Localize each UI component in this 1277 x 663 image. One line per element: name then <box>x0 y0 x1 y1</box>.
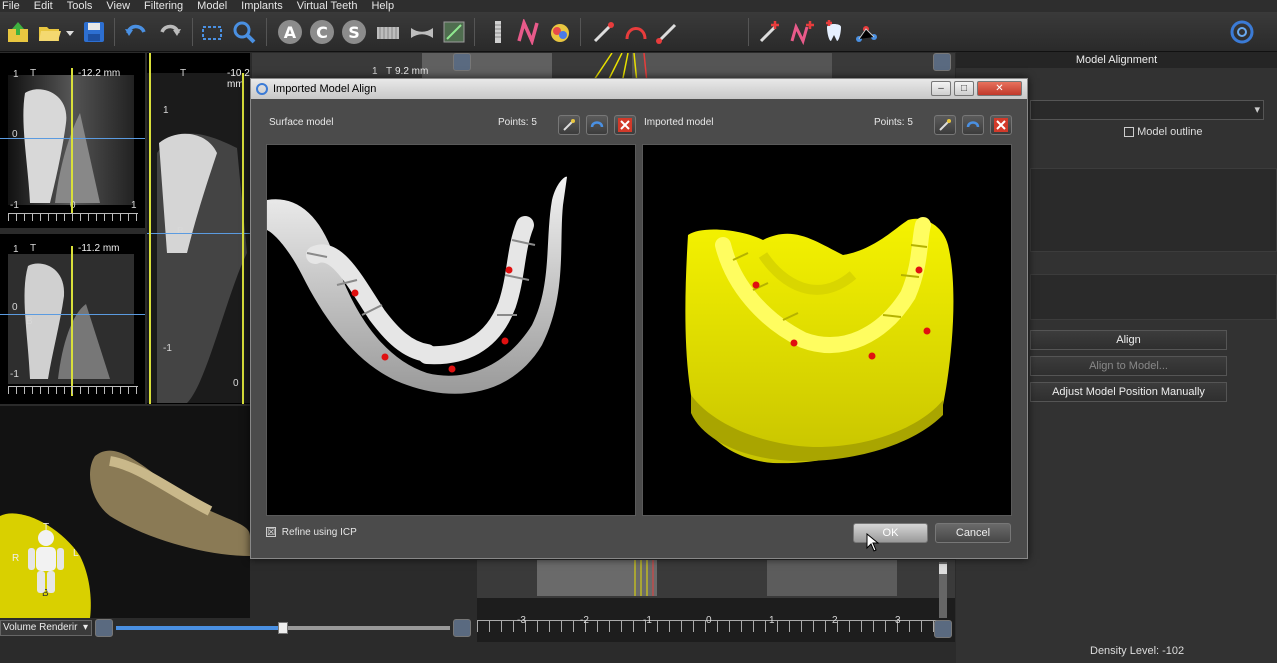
cross-section-viewport-3[interactable]: T -10.2 mm 1 B -1 0 <box>147 53 250 404</box>
chevron-down-icon: ▾ <box>1254 104 1260 116</box>
line-tool-icon[interactable] <box>654 18 682 46</box>
undo-icon[interactable] <box>122 18 150 46</box>
menu-view[interactable]: View <box>106 0 130 12</box>
curve-tool-icon[interactable] <box>622 18 650 46</box>
slice-depth-label: -11.2 mm <box>78 243 120 254</box>
orientation-figure-icon <box>28 530 64 593</box>
imported-undo-point-button[interactable] <box>962 115 984 135</box>
dialog-titlebar[interactable]: Imported Model Align – □ ✕ <box>251 79 1027 99</box>
menu-filtering[interactable]: Filtering <box>144 0 183 12</box>
strip-maximize-button[interactable] <box>934 620 952 638</box>
cross-section-viewport-1[interactable]: 1 T -12.2 mm 0 B -1 0 1 <box>0 53 145 228</box>
slider-handle[interactable] <box>278 622 288 634</box>
open-folder-icon[interactable] <box>36 18 64 46</box>
redo-icon[interactable] <box>156 18 184 46</box>
imported-model-align-dialog: Imported Model Align – □ ✕ Surface model… <box>250 78 1028 559</box>
app-logo-icon[interactable] <box>1228 18 1256 46</box>
main-toolbar: A C S <box>0 12 1277 52</box>
model-select[interactable]: ▾ <box>1030 100 1264 120</box>
render-mode-select[interactable]: Volume Renderir ▾ <box>0 620 92 636</box>
menu-model[interactable]: Model <box>197 0 227 12</box>
connect-points-icon[interactable] <box>852 18 880 46</box>
import-icon[interactable] <box>4 18 32 46</box>
surface-points-count: Points: 5 <box>498 117 537 128</box>
dialog-body: Surface model Points: 5 Imported model P… <box>251 99 1027 558</box>
draw-tool-icon[interactable] <box>590 18 618 46</box>
settings-group-box <box>1030 168 1277 252</box>
cross-section-viewport-2[interactable]: 1 T -11.2 mm 0 B -1 <box>0 234 145 404</box>
render-slider[interactable] <box>116 622 450 634</box>
align-button[interactable]: Align <box>1030 330 1227 350</box>
model-outline-checkbox[interactable]: Model outline <box>1124 126 1203 138</box>
panoramic-view-icon[interactable] <box>374 18 402 46</box>
surface-model-view[interactable] <box>266 144 636 516</box>
surface-model-title: Surface model <box>269 117 334 128</box>
render-maximize-button[interactable] <box>453 619 471 637</box>
save-icon[interactable] <box>80 18 108 46</box>
add-point-icon[interactable] <box>756 18 784 46</box>
density-level: Density Level: -102 <box>1090 645 1185 657</box>
render-options-button[interactable] <box>95 619 113 637</box>
open-dropdown-icon[interactable] <box>64 18 76 46</box>
cross-section-icon[interactable] <box>408 18 436 46</box>
imported-pick-point-button[interactable] <box>934 115 956 135</box>
align-to-model-button[interactable]: Align to Model... <box>1030 356 1227 376</box>
menu-bar: File Edit Tools View Filtering Model Imp… <box>0 0 1277 12</box>
app-icon <box>256 83 268 95</box>
menu-edit[interactable]: Edit <box>34 0 53 12</box>
slice-depth-label: -12.2 mm <box>78 68 121 79</box>
add-tooth-icon[interactable] <box>820 18 848 46</box>
pen-icon <box>563 119 575 131</box>
coronal-view-button[interactable]: C <box>310 20 334 44</box>
imported-clear-points-button[interactable] <box>990 115 1012 135</box>
close-button[interactable]: ✕ <box>977 81 1022 96</box>
viewport-maximize-button[interactable] <box>453 53 471 71</box>
refine-icp-checkbox[interactable]: ☒ Refine using ICP <box>266 527 357 538</box>
imported-model-title: Imported model <box>644 117 714 128</box>
ok-button[interactable]: OK <box>853 523 928 543</box>
app-window: File Edit Tools View Filtering Model Imp… <box>0 0 1277 663</box>
add-nerve-icon[interactable] <box>788 18 816 46</box>
imported-points-count: Points: 5 <box>874 117 913 128</box>
pen-icon <box>939 119 951 131</box>
panel-title: Model Alignment <box>956 52 1277 68</box>
volume-3d-viewport[interactable]: T R L B <box>0 406 250 618</box>
menu-help[interactable]: Help <box>371 0 394 12</box>
delete-icon <box>994 118 1008 132</box>
delete-icon <box>618 118 632 132</box>
menu-virtual-teeth[interactable]: Virtual Teeth <box>297 0 358 12</box>
maximize-button[interactable]: □ <box>954 81 974 96</box>
measure-icon[interactable] <box>440 18 468 46</box>
surface-clear-points-button[interactable] <box>614 115 636 135</box>
fit-view-icon[interactable] <box>198 18 226 46</box>
status-bar: Density Level: -102 <box>956 641 1277 663</box>
vertical-scrollbar[interactable] <box>939 562 947 618</box>
surface-undo-point-button[interactable] <box>586 115 608 135</box>
sagittal-view-button[interactable]: S <box>342 20 366 44</box>
panoramic-strip-viewport[interactable]: -3 -2 -1 0 1 2 3 <box>477 560 955 642</box>
undo-icon <box>590 121 604 128</box>
dialog-title: Imported Model Align <box>273 83 377 95</box>
menu-file[interactable]: File <box>2 0 20 12</box>
viewport-maximize-button-2[interactable] <box>933 53 951 71</box>
undo-icon <box>966 121 980 128</box>
minimize-button[interactable]: – <box>931 81 951 96</box>
imported-model-view[interactable] <box>642 144 1012 516</box>
zoom-icon[interactable] <box>230 18 258 46</box>
cancel-button[interactable]: Cancel <box>935 523 1011 543</box>
menu-tools[interactable]: Tools <box>67 0 93 12</box>
axial-view-button[interactable]: A <box>278 20 302 44</box>
surface-pick-point-button[interactable] <box>558 115 580 135</box>
nerve-icon[interactable] <box>514 18 542 46</box>
info-group-box <box>1030 274 1277 320</box>
cursor-arrow-icon <box>866 533 880 552</box>
chevron-down-icon: ▾ <box>82 622 88 633</box>
adjust-position-button[interactable]: Adjust Model Position Manually <box>1030 382 1227 402</box>
colored-model-icon[interactable] <box>546 18 574 46</box>
menu-implants[interactable]: Implants <box>241 0 283 12</box>
implant-icon[interactable] <box>484 18 512 46</box>
